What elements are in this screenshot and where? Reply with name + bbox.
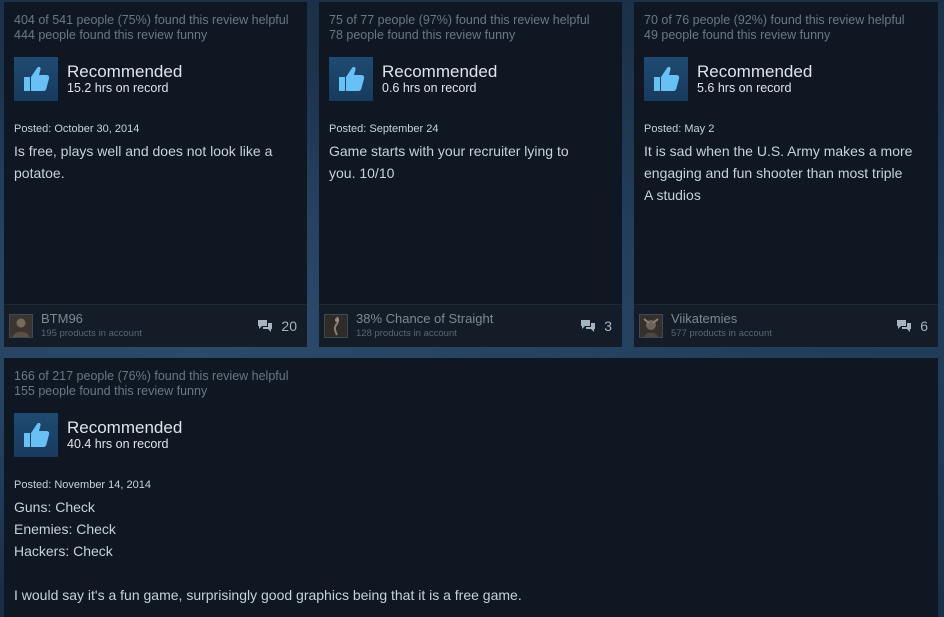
review-line: A studios bbox=[644, 187, 701, 203]
review-line: Enemies: Check bbox=[14, 521, 116, 537]
review-footer: Viikatemies 577 products in account 6 bbox=[634, 304, 938, 347]
avatar[interactable] bbox=[9, 314, 33, 338]
hours-on-record: 15.2 hrs on record bbox=[67, 81, 169, 95]
author-name[interactable]: 38% Chance of Straight bbox=[356, 312, 580, 326]
comment-count: 20 bbox=[281, 318, 297, 334]
funny-count: 444 people found this review funny bbox=[14, 28, 208, 42]
thumbs-up-icon bbox=[14, 57, 58, 101]
comment-bubbles-icon bbox=[258, 320, 273, 332]
review-footer: 38% Chance of Straight 128 products in a… bbox=[319, 304, 622, 347]
helpful-count: 75 of 77 people (97%) found this review … bbox=[329, 13, 590, 27]
funny-count: 155 people found this review funny bbox=[14, 384, 208, 398]
author-name[interactable]: BTM96 bbox=[41, 312, 257, 326]
vote-info: 75 of 77 people (97%) found this review … bbox=[329, 13, 612, 43]
review-text[interactable]: Is free, plays well and does not look li… bbox=[14, 140, 297, 184]
comments-link[interactable]: 6 bbox=[896, 318, 928, 334]
helpful-count: 166 of 217 people (76%) found this revie… bbox=[14, 369, 289, 383]
recommendation-label: Recommended bbox=[67, 62, 183, 81]
funny-count: 49 people found this review funny bbox=[644, 28, 831, 42]
recommendation-label: Recommended bbox=[697, 62, 813, 81]
hours-on-record: 40.4 hrs on record bbox=[67, 437, 169, 451]
author-products: 195 products in account bbox=[41, 328, 142, 339]
avatar[interactable] bbox=[639, 314, 663, 338]
vote-info: 70 of 76 people (92%) found this review … bbox=[644, 13, 928, 43]
comment-count: 6 bbox=[920, 318, 928, 334]
review-line: Game starts with your recruiter lying to bbox=[329, 143, 569, 159]
recommendation-header[interactable]: Recommended 5.6 hrs on record bbox=[644, 57, 928, 101]
review-card: 166 of 217 people (76%) found this revie… bbox=[4, 358, 938, 617]
posted-date: Posted: November 14, 2014 bbox=[14, 479, 151, 491]
vote-info: 166 of 217 people (76%) found this revie… bbox=[14, 369, 928, 399]
review-line: engaging and fun shooter than most tripl… bbox=[644, 165, 903, 181]
review-line bbox=[14, 562, 928, 584]
review-card: 75 of 77 people (97%) found this review … bbox=[319, 2, 622, 347]
review-text[interactable]: Game starts with your recruiter lying to… bbox=[329, 140, 612, 184]
review-line: It is sad when the U.S. Army makes a mor… bbox=[644, 143, 913, 159]
comment-count: 3 bbox=[604, 318, 612, 334]
review-line: you. 10/10 bbox=[329, 165, 395, 181]
comment-bubbles-icon bbox=[897, 320, 912, 332]
thumbs-up-icon bbox=[14, 413, 58, 457]
vote-info: 404 of 541 people (75%) found this revie… bbox=[14, 13, 297, 43]
review-line: Hackers: Check bbox=[14, 543, 113, 559]
review-card: 404 of 541 people (75%) found this revie… bbox=[4, 2, 307, 347]
review-footer: BTM96 195 products in account 20 bbox=[4, 304, 307, 347]
review-card: 70 of 76 people (92%) found this review … bbox=[634, 2, 938, 347]
recommendation-header[interactable]: Recommended 0.6 hrs on record bbox=[329, 57, 612, 101]
thumbs-up-icon bbox=[644, 57, 688, 101]
avatar[interactable] bbox=[324, 314, 348, 338]
author-name[interactable]: Viikatemies bbox=[671, 312, 896, 326]
funny-count: 78 people found this review funny bbox=[329, 28, 516, 42]
helpful-count: 404 of 541 people (75%) found this revie… bbox=[14, 13, 289, 27]
recommendation-header[interactable]: Recommended 15.2 hrs on record bbox=[14, 57, 297, 101]
comment-bubbles-icon bbox=[581, 320, 596, 332]
review-line: I would say it's a fun game, surprisingl… bbox=[14, 587, 522, 603]
comments-link[interactable]: 3 bbox=[580, 318, 612, 334]
review-line: Is free, plays well and does not look li… bbox=[14, 143, 273, 159]
author-products: 128 products in account bbox=[356, 328, 457, 339]
recommendation-label: Recommended bbox=[67, 418, 183, 437]
author-products: 577 products in account bbox=[671, 328, 772, 339]
posted-date: Posted: September 24 bbox=[329, 123, 439, 135]
posted-date: Posted: October 30, 2014 bbox=[14, 123, 140, 135]
recommendation-header[interactable]: Recommended 40.4 hrs on record bbox=[14, 413, 928, 457]
hours-on-record: 5.6 hrs on record bbox=[697, 81, 792, 95]
posted-date: Posted: May 2 bbox=[644, 123, 715, 135]
review-line: Guns: Check bbox=[14, 499, 95, 515]
review-text[interactable]: It is sad when the U.S. Army makes a mor… bbox=[644, 140, 928, 206]
recommendation-label: Recommended bbox=[382, 62, 498, 81]
review-line: potatoe. bbox=[14, 165, 65, 181]
thumbs-up-icon bbox=[329, 57, 373, 101]
helpful-count: 70 of 76 people (92%) found this review … bbox=[644, 13, 905, 27]
review-text[interactable]: Guns: Check Enemies: Check Hackers: Chec… bbox=[14, 496, 928, 606]
hours-on-record: 0.6 hrs on record bbox=[382, 81, 477, 95]
comments-link[interactable]: 20 bbox=[257, 318, 297, 334]
